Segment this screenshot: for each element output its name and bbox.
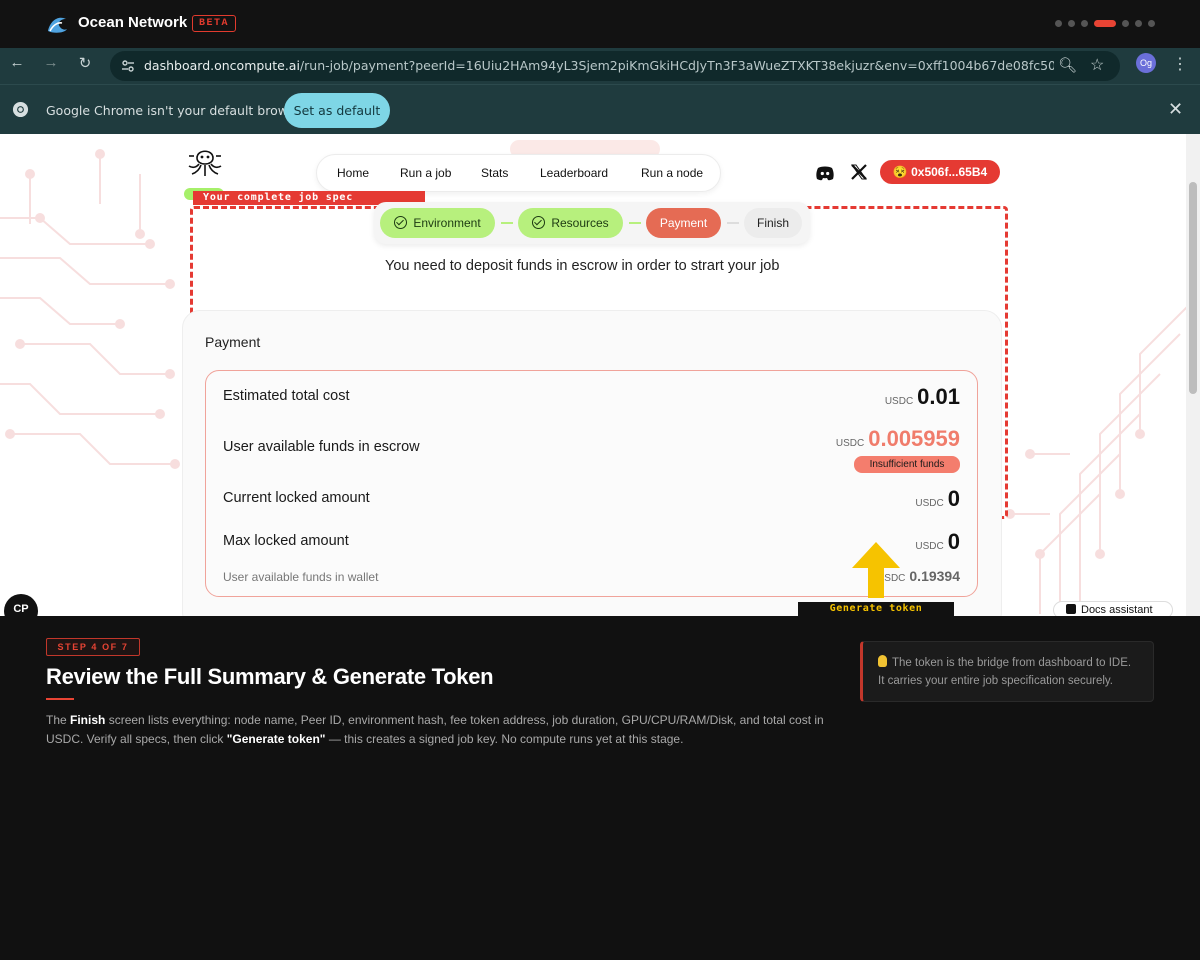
web-page: Home Run a job Stats Leaderboard Run a n… xyxy=(0,134,1200,616)
step-payment[interactable]: Payment xyxy=(646,208,721,238)
progress-dot-active[interactable] xyxy=(1094,20,1116,27)
locked-amount-value: USDC 0 xyxy=(915,486,960,512)
discord-icon[interactable] xyxy=(814,162,836,184)
progress-dot[interactable] xyxy=(1122,20,1129,27)
heading-underline xyxy=(46,698,74,700)
annotation-arrow-up-icon xyxy=(852,542,900,598)
step-finish[interactable]: Finish xyxy=(744,208,802,238)
progress-dot[interactable] xyxy=(1055,20,1062,27)
desc-bold-generate-token: "Generate token" xyxy=(226,732,326,746)
nav-home[interactable]: Home xyxy=(337,166,369,180)
currency-label: USDC xyxy=(915,541,944,552)
currency-label: USDC xyxy=(915,498,944,509)
docs-assistant-label: Docs assistant xyxy=(1081,604,1153,616)
wallet-button[interactable]: 😵 0x506f...65B4 xyxy=(880,160,1000,184)
tutorial-description: The Finish screen lists everything: node… xyxy=(46,711,846,749)
escrow-funds-label: User available funds in escrow xyxy=(223,439,420,455)
step-connector xyxy=(629,222,641,224)
step-connector xyxy=(501,222,513,224)
amount: 0 xyxy=(947,486,960,511)
default-browser-infobar: Google Chrome isn't your default browser… xyxy=(0,84,1200,134)
progress-dot[interactable] xyxy=(1135,20,1142,27)
wallet-funds-label: User available funds in wallet xyxy=(223,570,379,584)
app-header: Ocean Network BETA xyxy=(0,0,1200,48)
nav-run-a-job[interactable]: Run a job xyxy=(400,166,451,180)
desc-text: — this creates a signed job key. No comp… xyxy=(325,732,684,746)
step-connector xyxy=(727,222,739,224)
progress-dot[interactable] xyxy=(1068,20,1075,27)
url-path: /run-job/payment?peerId=16Uiu2HAm94yL3Sj… xyxy=(299,58,1054,73)
amount: 0.19394 xyxy=(909,568,960,584)
main-nav: Home Run a job Stats Leaderboard Run a n… xyxy=(316,154,721,192)
payment-instruction: You need to deposit funds in escrow in o… xyxy=(385,258,780,274)
estimated-cost-label: Estimated total cost xyxy=(223,388,350,404)
desc-bold-finish: Finish xyxy=(70,713,106,727)
page-scrollbar[interactable] xyxy=(1186,134,1200,616)
insufficient-funds-badge: Insufficient funds xyxy=(854,456,960,473)
step-label: Environment xyxy=(413,216,481,230)
check-circle-icon xyxy=(532,216,546,229)
site-settings-icon[interactable] xyxy=(120,58,136,74)
tutorial-heading: Review the Full Summary & Generate Token xyxy=(46,664,494,689)
close-icon[interactable]: ✕ xyxy=(1168,99,1183,120)
annotation-generate-token-label: Generate token xyxy=(798,602,954,616)
app-title: Ocean Network xyxy=(78,14,188,31)
tip-callout: The token is the bridge from dashboard t… xyxy=(860,641,1154,702)
job-stepper: Environment Resources Payment Finish xyxy=(374,202,810,244)
step-badge: STEP 4 OF 7 xyxy=(46,638,140,656)
currency-label: USDC xyxy=(884,396,914,407)
max-locked-label: Max locked amount xyxy=(223,533,349,549)
payment-title: Payment xyxy=(205,334,261,350)
check-circle-icon xyxy=(394,216,408,229)
progress-dot[interactable] xyxy=(1148,20,1155,27)
set-as-default-button[interactable]: Set as default xyxy=(284,93,390,128)
docs-icon xyxy=(1066,604,1076,614)
url-host: dashboard.oncompute.ai xyxy=(144,58,300,73)
docs-assistant-button[interactable]: Docs assistant xyxy=(1053,601,1173,616)
profile-avatar[interactable]: Og xyxy=(1136,53,1156,73)
progress-dot[interactable] xyxy=(1081,20,1088,27)
infobar-message: Google Chrome isn't your default browser xyxy=(46,103,308,118)
browser-toolbar: ← → ↻ dashboard.oncompute.ai/run-job/pay… xyxy=(0,48,1200,84)
step-resources[interactable]: Resources xyxy=(518,208,623,238)
lightbulb-icon xyxy=(878,655,887,667)
step-label: Resources xyxy=(551,216,609,230)
beta-badge: BETA xyxy=(192,15,237,32)
back-icon[interactable]: ← xyxy=(6,54,28,71)
octopus-logo-icon[interactable] xyxy=(186,144,224,180)
x-twitter-icon[interactable] xyxy=(849,162,869,182)
escrow-funds-value: USDC 0.005959 xyxy=(836,426,960,452)
amount: 0.01 xyxy=(917,384,960,409)
address-bar[interactable]: dashboard.oncompute.ai/run-job/payment?p… xyxy=(110,51,1120,81)
browser-menu-icon[interactable]: ⋮ xyxy=(1172,54,1188,74)
scrollbar-thumb[interactable] xyxy=(1189,182,1197,394)
tip-text: The token is the bridge from dashboard t… xyxy=(878,657,1132,687)
bookmark-star-icon[interactable]: ☆ xyxy=(1090,55,1104,75)
currency-label: USDC xyxy=(835,438,865,449)
nav-stats[interactable]: Stats xyxy=(481,166,508,180)
locked-amount-label: Current locked amount xyxy=(223,490,370,506)
wave-logo-icon xyxy=(48,17,67,33)
estimated-cost-value: USDC 0.01 xyxy=(885,384,960,410)
chrome-logo-icon xyxy=(12,101,29,118)
nav-run-a-node[interactable]: Run a node xyxy=(641,166,703,180)
step-environment[interactable]: Environment xyxy=(380,208,495,238)
max-locked-value: USDC 0 xyxy=(915,529,960,555)
amount: 0.005959 xyxy=(868,426,960,451)
zoom-icon[interactable]: 🔍︎ xyxy=(1058,56,1077,74)
amount: 0 xyxy=(947,529,960,554)
url-text[interactable]: dashboard.oncompute.ai/run-job/payment?p… xyxy=(144,58,1054,73)
reload-icon[interactable]: ↻ xyxy=(74,54,96,72)
forward-icon[interactable]: → xyxy=(40,54,62,71)
progress-dots xyxy=(1055,20,1155,27)
nav-leaderboard[interactable]: Leaderboard xyxy=(540,166,608,180)
desc-text: The xyxy=(46,713,71,727)
